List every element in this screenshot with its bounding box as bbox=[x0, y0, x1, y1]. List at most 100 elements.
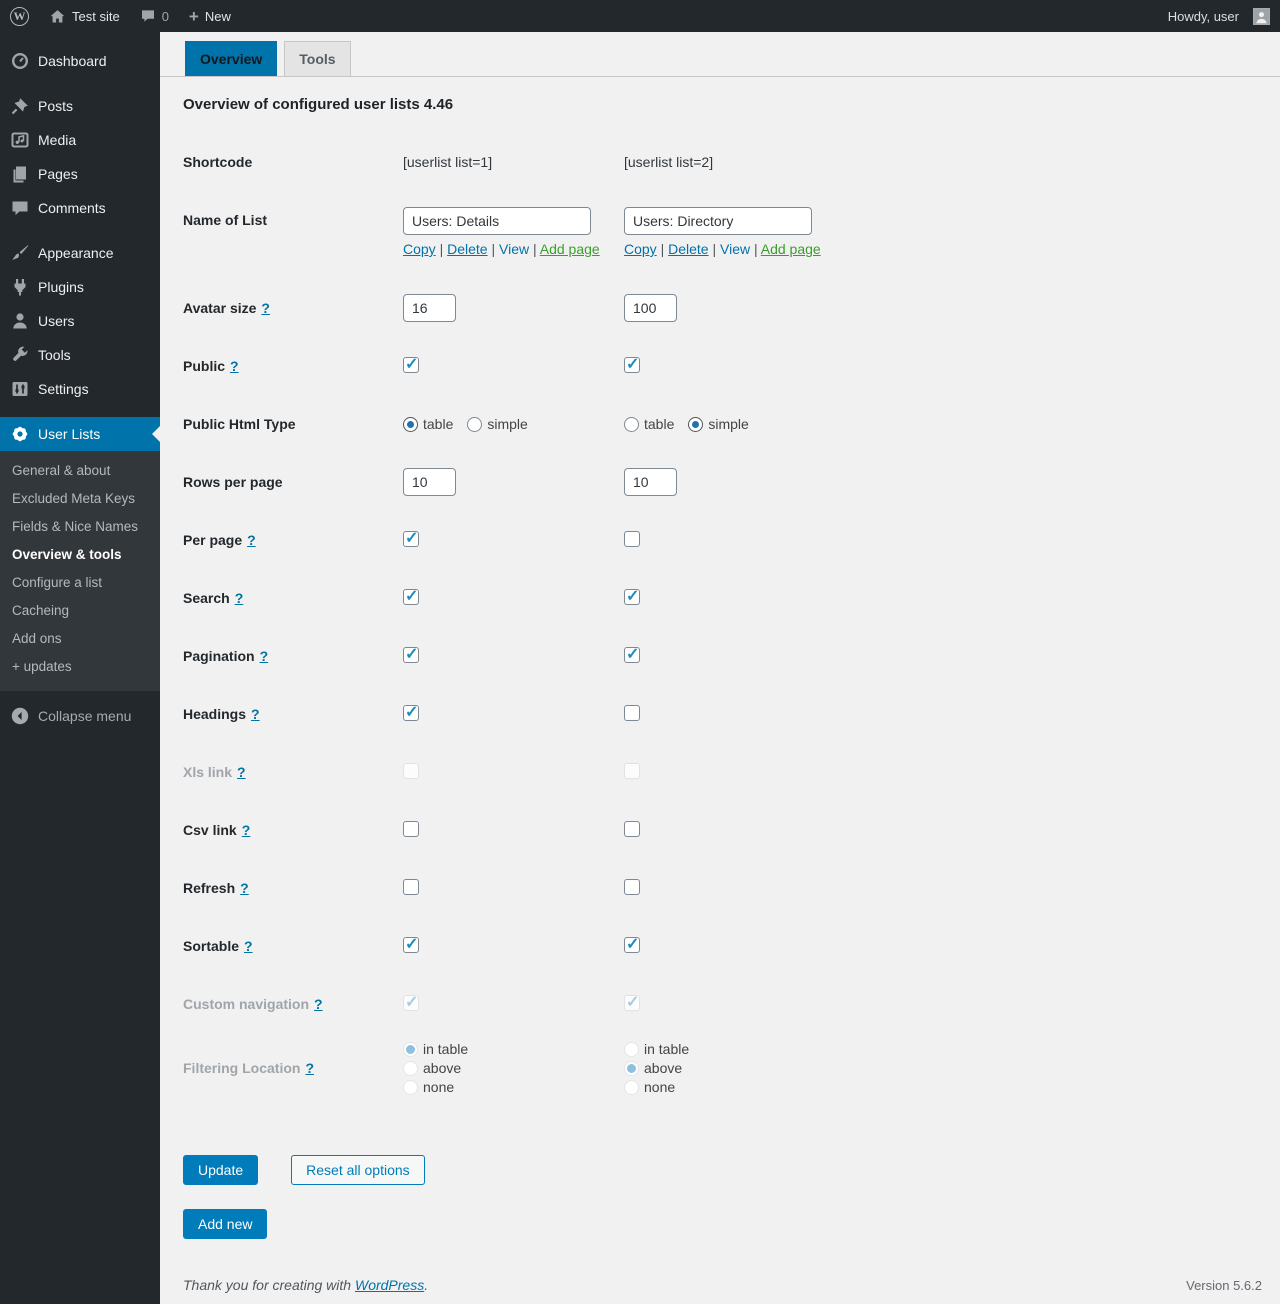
radio-option: table bbox=[403, 416, 453, 432]
new-content-button[interactable]: + New bbox=[179, 0, 241, 32]
name-of-list-input-2[interactable] bbox=[624, 207, 812, 235]
form-row-refresh: Refresh? bbox=[183, 859, 1280, 917]
wordpress-link[interactable]: WordPress bbox=[355, 1277, 424, 1293]
add-page-link-list1[interactable]: Add page bbox=[540, 241, 600, 257]
row-label-filtering-location: Filtering Location? bbox=[183, 1060, 403, 1076]
site-name-label: Test site bbox=[72, 8, 120, 24]
public-checkbox-2[interactable] bbox=[624, 354, 640, 374]
help-link-search[interactable]: ? bbox=[235, 590, 244, 606]
help-link-sortable[interactable]: ? bbox=[244, 938, 253, 954]
help-link-filtering-location[interactable]: ? bbox=[305, 1060, 314, 1076]
sidebar-item-settings[interactable]: Settings bbox=[0, 372, 160, 406]
search-checkbox-1[interactable] bbox=[403, 586, 419, 606]
wp-logo-button[interactable]: W bbox=[0, 0, 39, 32]
headings-checkbox-1[interactable] bbox=[403, 702, 419, 722]
avatar-size-input-1[interactable] bbox=[403, 294, 456, 322]
sidebar-item-tools[interactable]: Tools bbox=[0, 338, 160, 372]
sidebar-item-label: Pages bbox=[38, 166, 78, 182]
tab-overview[interactable]: Overview bbox=[185, 41, 278, 76]
add-new-button[interactable]: Add new bbox=[183, 1209, 268, 1239]
help-link-pagination[interactable]: ? bbox=[260, 648, 269, 664]
csv-link-checkbox-1[interactable] bbox=[403, 820, 419, 837]
pagination-checkbox-1[interactable] bbox=[403, 644, 419, 664]
collapse-menu-button[interactable]: Collapse menu bbox=[0, 699, 160, 733]
public-html-type-radio-table-2[interactable] bbox=[624, 416, 639, 432]
refresh-checkbox-2[interactable] bbox=[624, 878, 640, 895]
rows-per-page-input-1[interactable] bbox=[403, 468, 456, 496]
help-link-custom-navigation[interactable]: ? bbox=[314, 996, 323, 1012]
sidebar-item-label: User Lists bbox=[38, 426, 101, 442]
sidebar-item-dashboard[interactable]: Dashboard bbox=[0, 44, 160, 78]
delete-link-list1[interactable]: Delete bbox=[447, 241, 487, 257]
per-page-checkbox-2[interactable] bbox=[624, 530, 640, 547]
submenu-item-fields-nice-names[interactable]: Fields & Nice Names bbox=[0, 513, 160, 541]
radio-option-label: none bbox=[644, 1079, 676, 1095]
form-row-per-page: Per page? bbox=[183, 511, 1280, 569]
per-page-checkbox-1[interactable] bbox=[403, 528, 419, 548]
copy-link-list2[interactable]: Copy bbox=[624, 241, 657, 257]
thanks-suffix: . bbox=[424, 1277, 429, 1293]
sidebar-item-pages[interactable]: Pages bbox=[0, 157, 160, 191]
sidebar-item-plugins[interactable]: Plugins bbox=[0, 270, 160, 304]
public-checkbox-1[interactable] bbox=[403, 354, 419, 374]
sidebar-item-label: Posts bbox=[38, 98, 74, 114]
site-name-button[interactable]: Test site bbox=[39, 0, 130, 32]
pagination-checkbox-2[interactable] bbox=[624, 644, 640, 664]
public-html-type-radio-table-1[interactable] bbox=[403, 416, 418, 432]
sidebar-item-media[interactable]: Media bbox=[0, 123, 160, 157]
sidebar-item-appearance[interactable]: Appearance bbox=[0, 236, 160, 270]
sidebar-item-user-lists[interactable]: User Lists bbox=[0, 417, 160, 451]
sidebar-item-posts[interactable]: Posts bbox=[0, 89, 160, 123]
xls-link-checkbox-2 bbox=[624, 762, 640, 779]
cell-pagination-list2 bbox=[624, 644, 1280, 666]
submenu-item-configure-a-list[interactable]: Configure a list bbox=[0, 569, 160, 597]
help-link-avatar-size[interactable]: ? bbox=[261, 300, 270, 316]
submenu-item-updates[interactable]: + updates bbox=[0, 653, 160, 681]
public-html-type-radio-simple-1[interactable] bbox=[467, 416, 483, 432]
sidebar-item-comments[interactable]: Comments bbox=[0, 191, 160, 225]
gear-icon bbox=[10, 424, 30, 444]
sidebar-item-label: Plugins bbox=[38, 279, 84, 295]
comments-admin-bar-button[interactable]: 0 bbox=[130, 0, 179, 32]
help-link-public[interactable]: ? bbox=[230, 358, 239, 374]
cell-xls-link-list1 bbox=[403, 762, 624, 782]
headings-checkbox-2[interactable] bbox=[624, 704, 640, 721]
label-text: Custom navigation bbox=[183, 996, 310, 1012]
search-checkbox-2[interactable] bbox=[624, 586, 640, 606]
home-icon bbox=[49, 8, 66, 25]
help-link-xls-link[interactable]: ? bbox=[237, 764, 246, 780]
view-link-list2[interactable]: View bbox=[720, 241, 750, 257]
csv-link-checkbox-2[interactable] bbox=[624, 820, 640, 837]
public-html-type-radio-group-2: table simple bbox=[624, 416, 1280, 432]
rows-per-page-input-2[interactable] bbox=[624, 468, 677, 496]
submenu-item-overview-tools[interactable]: Overview & tools bbox=[0, 541, 160, 569]
refresh-checkbox-1[interactable] bbox=[403, 878, 419, 895]
sortable-checkbox-2[interactable] bbox=[624, 934, 640, 954]
avatar-size-input-2[interactable] bbox=[624, 294, 677, 322]
my-account-button[interactable]: Howdy, user bbox=[1158, 0, 1280, 32]
submenu-item-general-about[interactable]: General & about bbox=[0, 457, 160, 485]
update-button[interactable]: Update bbox=[183, 1155, 259, 1185]
copy-link-list1[interactable]: Copy bbox=[403, 241, 436, 257]
view-link-list1[interactable]: View bbox=[499, 241, 529, 257]
public-html-type-radio-simple-2[interactable] bbox=[688, 416, 704, 432]
add-page-link-list2[interactable]: Add page bbox=[761, 241, 821, 257]
sidebar-item-users[interactable]: Users bbox=[0, 304, 160, 338]
submenu-item-excluded-meta-keys[interactable]: Excluded Meta Keys bbox=[0, 485, 160, 513]
help-link-headings[interactable]: ? bbox=[251, 706, 260, 722]
submenu-item-add-ons[interactable]: Add ons bbox=[0, 625, 160, 653]
help-link-per-page[interactable]: ? bbox=[247, 532, 256, 548]
reset-all-options-button[interactable]: Reset all options bbox=[291, 1155, 425, 1185]
help-link-csv-link[interactable]: ? bbox=[242, 822, 251, 838]
sortable-checkbox-1[interactable] bbox=[403, 934, 419, 954]
link-separator: | bbox=[708, 241, 720, 257]
label-text: Shortcode bbox=[183, 154, 253, 170]
help-link-refresh[interactable]: ? bbox=[240, 880, 249, 896]
delete-link-list2[interactable]: Delete bbox=[668, 241, 708, 257]
tab-tools[interactable]: Tools bbox=[284, 41, 351, 76]
sidebar-item-label: Comments bbox=[38, 200, 106, 216]
submenu-item-cacheing[interactable]: Cacheing bbox=[0, 597, 160, 625]
radio-option: none bbox=[403, 1079, 624, 1095]
name-of-list-input-1[interactable] bbox=[403, 207, 591, 235]
sidebar-item-label: Dashboard bbox=[38, 53, 107, 69]
